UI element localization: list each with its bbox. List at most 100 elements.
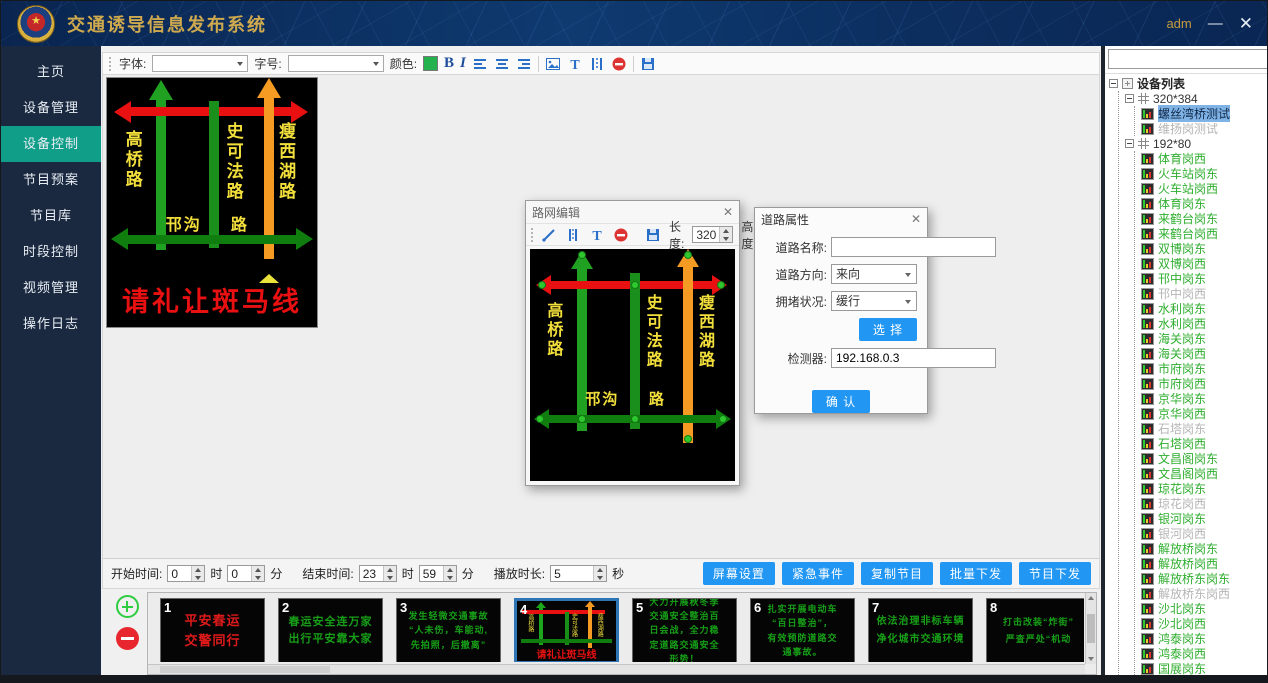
action-button[interactable]: 复制节目 <box>861 562 933 585</box>
device-item[interactable]: 沙北岗西 <box>1141 616 1268 631</box>
sidebar-item-7[interactable]: 视频管理 <box>1 270 101 306</box>
device-item[interactable]: 火车站岗西 <box>1141 181 1268 196</box>
align-right-icon[interactable] <box>516 56 532 72</box>
device-item[interactable]: 市府岗西 <box>1141 376 1268 391</box>
device-item[interactable]: 石塔岗西 <box>1141 436 1268 451</box>
device-item[interactable]: 双博岗西 <box>1141 256 1268 271</box>
tree-root[interactable]: 设备列表 <box>1109 76 1268 91</box>
edit-handle[interactable] <box>538 281 546 289</box>
align-center-icon[interactable] <box>494 56 510 72</box>
action-button[interactable]: 节目下发 <box>1019 562 1091 585</box>
draw-line-icon[interactable] <box>541 227 557 243</box>
device-item[interactable]: 水利岗东 <box>1141 301 1268 316</box>
edit-handle[interactable] <box>717 281 725 289</box>
device-item[interactable]: 文昌阁岗东 <box>1141 451 1268 466</box>
device-item[interactable]: 银河岗东 <box>1141 511 1268 526</box>
device-item[interactable]: 体育岗东 <box>1141 196 1268 211</box>
device-item[interactable]: 沙北岗东 <box>1141 601 1268 616</box>
end-hour-spinner[interactable]: 23 <box>359 565 397 582</box>
device-item[interactable]: 国展岗东 <box>1141 661 1268 676</box>
playlist-item-1[interactable]: 1平安春运交警同行 <box>160 598 265 662</box>
insert-road-icon[interactable] <box>589 56 605 72</box>
device-item[interactable]: 来鹤台岗西 <box>1141 226 1268 241</box>
sidebar-item-8[interactable]: 操作日志 <box>1 306 101 342</box>
congestion-select[interactable]: 缓行 <box>831 291 917 311</box>
device-item[interactable]: 京华岗西 <box>1141 406 1268 421</box>
delete-tool-icon[interactable] <box>613 227 629 243</box>
scroll-down-icon[interactable] <box>1088 657 1094 661</box>
length-spinner[interactable]: 320 <box>692 226 733 243</box>
device-item[interactable]: 京华岗东 <box>1141 391 1268 406</box>
save-tool-icon[interactable] <box>645 227 661 243</box>
add-frame-button[interactable] <box>116 595 139 618</box>
edit-handle[interactable] <box>631 281 639 289</box>
road-editor-canvas[interactable]: 高桥路 史可法路 瘦西湖路 邗沟 路 <box>530 249 735 481</box>
device-item[interactable]: 邗中岗东 <box>1141 271 1268 286</box>
playlist-item-7[interactable]: 7依法治理非标车辆净化城市交通环境 <box>868 598 973 662</box>
device-item[interactable]: 银河岗西 <box>1141 526 1268 541</box>
collapse-icon[interactable] <box>1109 79 1118 88</box>
device-item[interactable]: 体育岗西 <box>1141 151 1268 166</box>
action-button[interactable]: 紧急事件 <box>782 562 854 585</box>
italic-button[interactable]: I <box>460 55 466 72</box>
road-name-input[interactable] <box>831 237 996 257</box>
sidebar-item-5[interactable]: 节目库 <box>1 198 101 234</box>
close-button[interactable]: ✕ <box>1239 16 1253 31</box>
device-item[interactable]: 海关岗东 <box>1141 331 1268 346</box>
road-editor-close-icon[interactable]: ✕ <box>723 205 733 219</box>
playlist-vertical-scrollbar[interactable] <box>1085 593 1096 664</box>
playlist-item-2[interactable]: 2春运安全连万家出行平安靠大家 <box>278 598 383 662</box>
select-detector-button[interactable]: 选 择 <box>859 318 917 341</box>
road-tool-icon[interactable] <box>565 227 581 243</box>
edit-handle[interactable] <box>684 435 692 443</box>
playlist-item-3[interactable]: 3发生轻微交通事故“人未伤，车能动,先拍照，后撤离” <box>396 598 501 662</box>
device-item[interactable]: 鸿泰岗东 <box>1141 631 1268 646</box>
playlist-item-8[interactable]: 8打击改装“炸街”严查严处“机动 <box>986 598 1084 662</box>
device-item[interactable]: 海关岗西 <box>1141 346 1268 361</box>
start-hour-spinner[interactable]: 0 <box>167 565 205 582</box>
device-item[interactable]: 解放桥岗东 <box>1141 541 1268 556</box>
delete-icon[interactable] <box>611 56 627 72</box>
duration-spinner[interactable]: 5 <box>550 565 607 582</box>
playlist-item-5[interactable]: 5大力开展秋冬季交通安全整治百日会战，全力稳定道路交通安全形势！ <box>632 598 737 662</box>
start-minute-spinner[interactable]: 0 <box>227 565 265 582</box>
device-item[interactable]: 火车站岗东 <box>1141 166 1268 181</box>
tree-group[interactable]: 320*384 <box>1125 91 1268 106</box>
device-item[interactable]: 解放桥岗西 <box>1141 556 1268 571</box>
device-item[interactable]: 鸿泰岗西 <box>1141 646 1268 661</box>
edit-handle[interactable] <box>719 415 727 423</box>
road-properties-titlebar[interactable]: 道路属性 ✕ <box>755 208 927 230</box>
action-button[interactable]: 批量下发 <box>940 562 1012 585</box>
sidebar-item-1[interactable]: 主页 <box>1 54 101 90</box>
color-swatch[interactable] <box>423 56 438 71</box>
action-button[interactable]: 屏幕设置 <box>703 562 775 585</box>
playlist-item-6[interactable]: 6扎实开展电动车“百日整治”，有效预防道路交通事故。 <box>750 598 855 662</box>
remove-frame-button[interactable] <box>116 627 139 650</box>
road-direction-select[interactable]: 来向 <box>831 264 917 284</box>
sidebar-item-4[interactable]: 节目预案 <box>1 162 101 198</box>
road-editor-titlebar[interactable]: 路网编辑 ✕ <box>526 201 739 223</box>
font-family-select[interactable] <box>152 55 248 72</box>
device-item[interactable]: 石塔岗东 <box>1141 421 1268 436</box>
minimize-button[interactable]: — <box>1208 16 1223 31</box>
device-item[interactable]: 市府岗东 <box>1141 361 1268 376</box>
detector-input[interactable] <box>831 348 996 368</box>
edit-handle[interactable] <box>631 415 639 423</box>
align-left-icon[interactable] <box>472 56 488 72</box>
collapse-icon[interactable] <box>1125 94 1134 103</box>
tree-group[interactable]: 192*80 <box>1125 136 1268 151</box>
device-item[interactable]: 解放桥东岗东 <box>1141 571 1268 586</box>
device-item[interactable]: 琼花岗西 <box>1141 496 1268 511</box>
insert-image-icon[interactable] <box>545 56 561 72</box>
device-item[interactable]: 解放桥东岗西 <box>1141 586 1268 601</box>
text-tool-icon[interactable]: T <box>589 227 605 243</box>
device-item[interactable]: 来鹤台岗东 <box>1141 211 1268 226</box>
device-item[interactable]: 水利岗西 <box>1141 316 1268 331</box>
scroll-up-icon[interactable] <box>1088 596 1094 600</box>
program-preview[interactable]: 高桥路 史可法路 瘦西湖路 邗沟 路 请礼让斑马线 <box>106 77 318 328</box>
device-item[interactable]: 螺丝湾桥测试 <box>1141 106 1268 121</box>
device-item[interactable]: 邗中岗西 <box>1141 286 1268 301</box>
sidebar-item-6[interactable]: 时段控制 <box>1 234 101 270</box>
sidebar-item-2[interactable]: 设备管理 <box>1 90 101 126</box>
device-item[interactable]: 双博岗东 <box>1141 241 1268 256</box>
